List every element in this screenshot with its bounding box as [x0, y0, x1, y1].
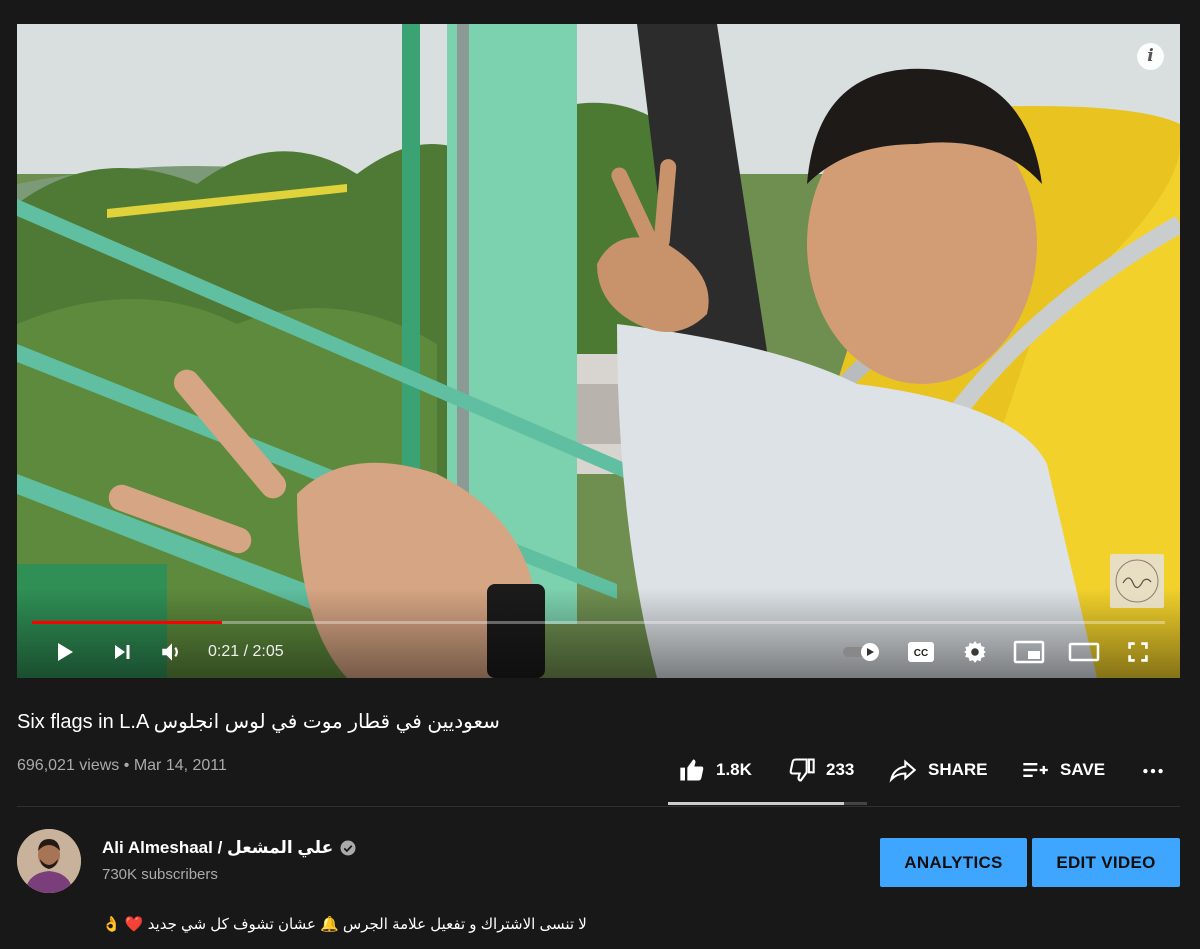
captions-icon: CC — [908, 642, 934, 662]
divider — [17, 806, 1180, 807]
duration: 2:05 — [252, 643, 284, 660]
share-label: SHARE — [928, 760, 988, 779]
save-button[interactable]: SAVE — [1020, 752, 1105, 788]
theater-mode-button[interactable] — [1065, 632, 1103, 672]
current-time: 0:21 — [208, 643, 240, 660]
channel-name-text: Ali Almeshaal / علي المشعل — [102, 838, 334, 857]
subscriber-count: 730K subscribers — [102, 866, 218, 883]
volume-button[interactable] — [155, 632, 189, 672]
miniplayer-icon — [1013, 640, 1045, 664]
more-actions-button[interactable] — [1140, 752, 1176, 788]
play-icon — [58, 643, 73, 661]
theater-icon — [1068, 642, 1100, 662]
verified-icon — [340, 840, 356, 856]
share-icon — [889, 759, 917, 783]
video-player[interactable]: i 0:21 / 2:05 CC — [17, 24, 1180, 678]
channel-avatar[interactable] — [17, 829, 81, 893]
sentiment-bar-fill — [668, 802, 845, 805]
svg-text:CC: CC — [914, 648, 928, 659]
analytics-button[interactable]: ANALYTICS — [880, 838, 1027, 887]
like-count: 1.8K — [716, 760, 752, 779]
video-title: Six flags in L.A سعوديين في قطار موت في … — [17, 711, 500, 733]
edit-video-button[interactable]: EDIT VIDEO — [1032, 838, 1180, 887]
dislike-count: 233 — [826, 760, 855, 779]
upload-date: Mar 14, 2011 — [133, 757, 227, 774]
captions-button[interactable]: CC — [905, 632, 937, 672]
fullscreen-icon — [1128, 642, 1148, 662]
play-button[interactable] — [47, 632, 81, 672]
time-display: 0:21 / 2:05 — [208, 632, 284, 672]
channel-watermark[interactable] — [1110, 554, 1164, 608]
time-separator: / — [243, 643, 249, 660]
watermark-logo-icon — [1115, 559, 1159, 603]
info-icon[interactable]: i — [1137, 43, 1164, 70]
sentiment-bar — [668, 802, 867, 805]
dislike-button[interactable]: 233 — [788, 752, 854, 788]
next-icon — [115, 645, 130, 659]
progress-bar[interactable] — [32, 621, 1165, 624]
like-button[interactable]: 1.8K — [678, 752, 752, 788]
channel-name[interactable]: Ali Almeshaal / علي المشعل — [102, 838, 357, 858]
video-description: لا تنسى الاشتراك و تفعيل علامة الجرس 🔔 ع… — [102, 916, 587, 933]
thumbs-down-icon — [789, 758, 815, 782]
share-button[interactable]: SHARE — [888, 752, 988, 788]
avatar-image — [17, 829, 81, 893]
fullscreen-button[interactable] — [1121, 632, 1155, 672]
next-button[interactable] — [105, 632, 139, 672]
autoplay-toggle[interactable] — [839, 632, 883, 672]
miniplayer-button[interactable] — [1011, 632, 1047, 672]
more-icon — [1143, 768, 1163, 774]
settings-icon — [964, 641, 986, 663]
volume-icon — [162, 643, 178, 661]
player-controls: 0:21 / 2:05 CC — [17, 632, 1180, 672]
view-count: 696,021 views — [17, 757, 120, 774]
video-frame — [17, 24, 1180, 678]
video-meta: 696,021 views • Mar 14, 2011 — [17, 757, 227, 775]
save-label: SAVE — [1060, 760, 1106, 779]
progress-played — [32, 621, 223, 624]
autoplay-toggle-icon — [843, 643, 879, 661]
thumbs-up-icon — [680, 759, 704, 781]
settings-button[interactable] — [959, 632, 991, 672]
save-playlist-icon — [1023, 763, 1048, 777]
meta-separator: • — [123, 757, 130, 774]
